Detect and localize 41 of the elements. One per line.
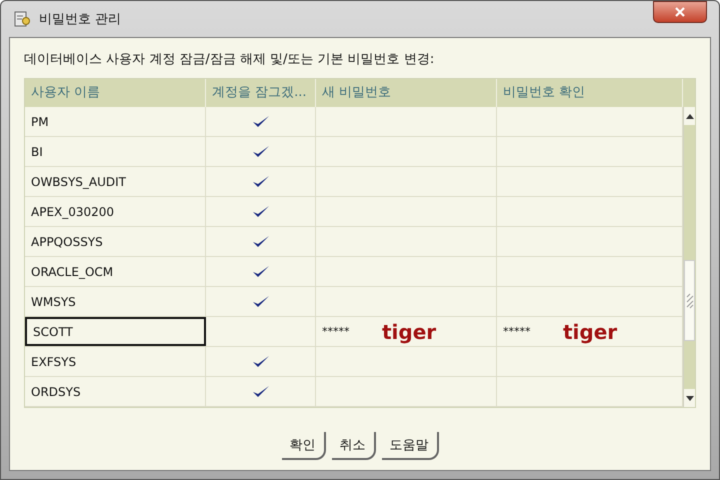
scroll-down-button[interactable] — [684, 389, 695, 407]
dialog-button[interactable]: 취소 — [332, 432, 376, 460]
masked-password: ***** — [322, 325, 350, 338]
down-arrow-icon — [686, 396, 694, 400]
user-cell[interactable]: EXFSYS — [25, 347, 206, 376]
dialog-button[interactable]: 확인 — [282, 432, 326, 460]
close-icon — [675, 7, 685, 17]
password-annotation: tiger — [382, 320, 436, 344]
user-cell[interactable]: APPQOSSYS — [25, 227, 206, 256]
user-cell[interactable]: SCOTT — [25, 317, 206, 346]
up-arrow-icon — [686, 114, 694, 118]
user-cell[interactable]: WMSYS — [25, 287, 206, 316]
checkmark-icon — [252, 174, 270, 188]
user-cell[interactable]: ORACLE_OCM — [25, 257, 206, 286]
user-cell[interactable]: ORDSYS — [25, 377, 206, 406]
grip-icon — [686, 292, 694, 310]
user-cell[interactable]: APEX_030200 — [25, 197, 206, 226]
column-header[interactable]: 새 비밀번호 — [316, 79, 497, 107]
checkmark-icon — [252, 144, 270, 158]
checkmark-icon — [252, 204, 270, 218]
dialog-button[interactable]: 도움말 — [382, 432, 438, 460]
password-annotation: tiger — [563, 320, 618, 344]
column-header[interactable]: 계정을 잠그겠... — [206, 79, 316, 107]
column-header[interactable]: 사용자 이름 — [25, 79, 206, 107]
checkmark-icon — [252, 264, 270, 278]
scroll-up-button[interactable] — [684, 107, 695, 125]
checkmark-icon — [252, 294, 270, 308]
checkmark-icon — [252, 354, 270, 368]
scroll-thumb[interactable] — [684, 260, 695, 342]
checkmark-icon — [252, 114, 270, 128]
checkmark-icon — [252, 384, 270, 398]
password-cell[interactable]: ***** tiger — [316, 317, 497, 346]
checkmark-icon — [252, 234, 270, 248]
user-cell[interactable]: PM — [25, 107, 206, 136]
instruction-text: 데이터베이스 사용자 계정 잠금/잠금 해제 및/또는 기본 비밀번호 변경: — [24, 51, 436, 68]
masked-password: ***** — [503, 325, 532, 338]
scrollbar[interactable] — [683, 107, 695, 407]
close-button[interactable] — [653, 1, 707, 23]
user-cell[interactable]: OWBSYS_AUDIT — [25, 167, 206, 196]
window-title: 비밀번호 관리 — [39, 11, 122, 28]
user-cell[interactable]: BI — [25, 137, 206, 166]
